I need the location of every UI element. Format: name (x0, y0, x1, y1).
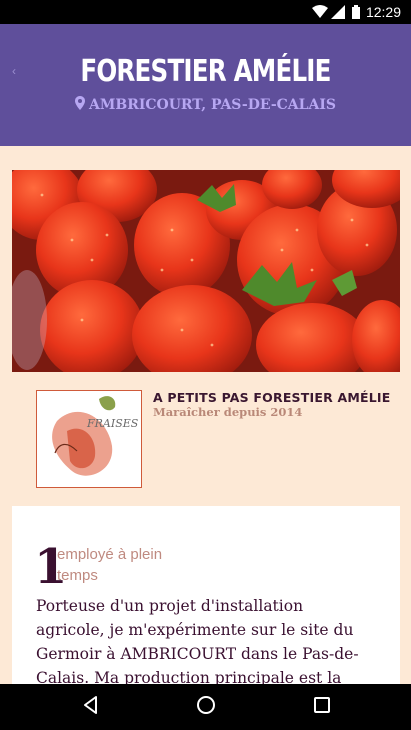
signal-icon (331, 5, 345, 19)
farm-since: Maraîcher depuis 2014 (153, 405, 303, 419)
strawberry-logo-image: FRAISES BI (37, 391, 141, 487)
map-pin-icon (75, 96, 85, 110)
logo-text: FRAISES BI (86, 417, 141, 430)
status-bar: 12:29 (0, 0, 411, 24)
home-nav-icon[interactable] (195, 694, 217, 716)
back-icon[interactable]: ‹ (12, 64, 16, 78)
battery-icon (352, 5, 360, 19)
back-nav-icon[interactable] (80, 694, 102, 716)
page-title: FORESTIER AMÉLIE (80, 54, 331, 89)
farm-name: A PETITS PAS FORESTIER AMÉLIE (153, 390, 391, 405)
location-text: AMBRICOURT, PAS-DE-CALAIS (89, 97, 336, 113)
employee-label: employé à plein temps (57, 546, 163, 584)
clock: 12:29 (365, 4, 401, 20)
app-header: ‹ FORESTIER AMÉLIE AMBRICOURT, PAS-DE-CA… (0, 24, 411, 146)
farm-logo: FRAISES BI (36, 390, 142, 488)
wifi-icon (312, 5, 328, 18)
system-nav-bar (0, 684, 411, 730)
location: AMBRICOURT, PAS-DE-CALAIS (0, 96, 411, 113)
recents-nav-icon[interactable] (311, 694, 333, 716)
hero-image (12, 170, 400, 372)
strawberries-image (12, 170, 400, 372)
